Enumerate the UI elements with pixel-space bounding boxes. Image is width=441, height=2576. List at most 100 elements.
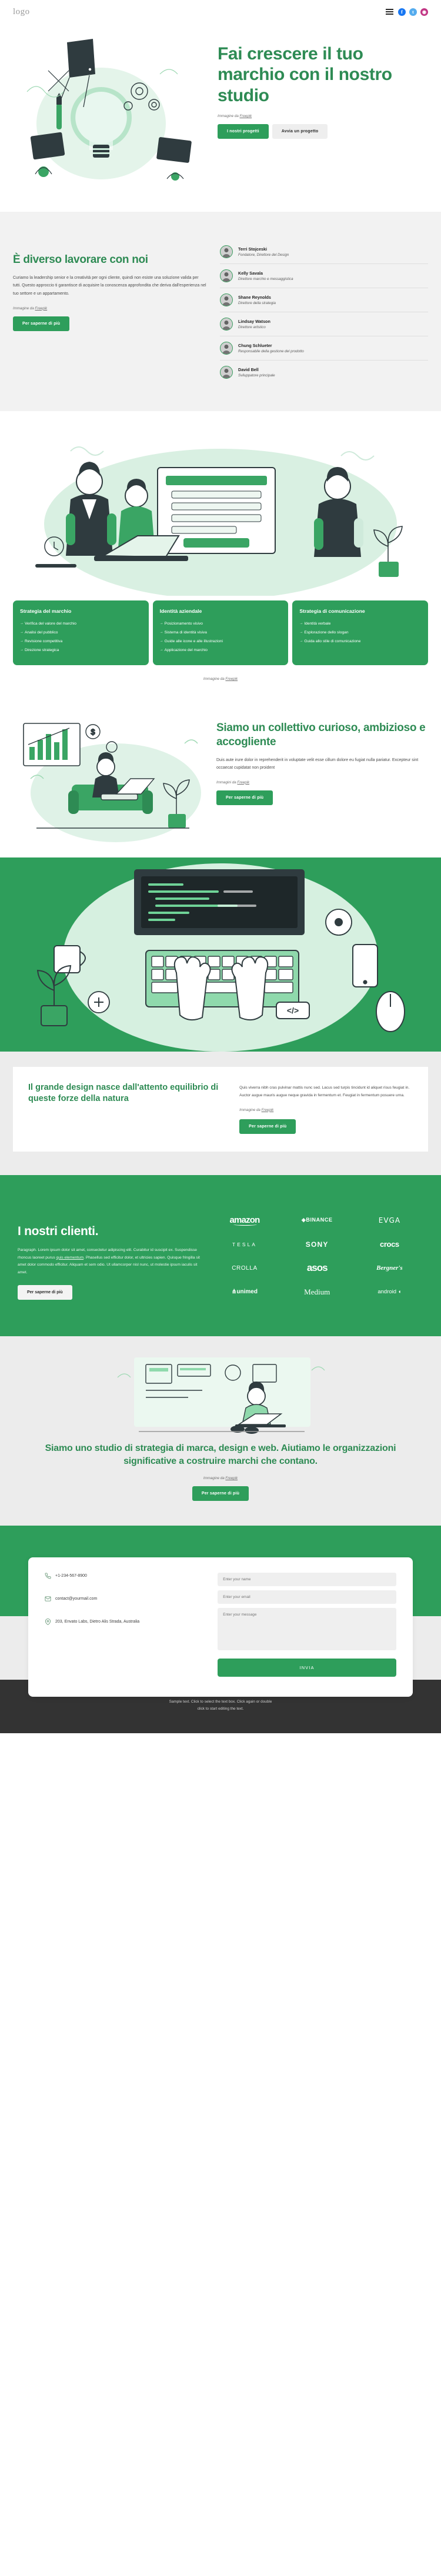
hero-copy: Fai crescere il tuo marchio con il nostr…: [207, 29, 428, 139]
card-point: Sistema di identità visiva: [160, 629, 282, 636]
brand-logo-medium: Medium: [304, 1287, 330, 1296]
card-points: Identità verbale Esplorazione dello slog…: [299, 620, 421, 645]
map-pin-icon: [45, 1619, 51, 1626]
contact-email-row: contact@yourmail.com: [45, 1596, 207, 1602]
credit-prefix: Immagini da: [216, 780, 238, 785]
contact-card: +1-234-567-8900 contact@yourmail.com 203…: [28, 1557, 413, 1697]
freepik-link[interactable]: Freepik: [262, 1108, 274, 1112]
list-item[interactable]: Kelly Savala Direttore marchio e messaggi…: [220, 264, 428, 288]
footer-line-2: click to start editing the text.: [197, 1707, 244, 1711]
message-field[interactable]: [218, 1608, 396, 1651]
design-body: Quis viverra nibh cras pulvinar mattis n…: [239, 1086, 410, 1097]
collective-illustration: $: [13, 710, 207, 846]
clients-body-link[interactable]: quis elementum: [56, 1256, 84, 1260]
studio-cta-section: Siamo uno studio di strategia di marca, …: [0, 1336, 441, 1526]
contact-tail: +1-234-567-8900 contact@yourmail.com 203…: [0, 1557, 441, 1697]
name-field[interactable]: [218, 1573, 396, 1587]
contact-phone-row: +1-234-567-8900: [45, 1573, 207, 1579]
member-name: David Bell: [238, 367, 259, 372]
card-title: Strategia di comunicazione: [299, 608, 365, 614]
member-role: Direttore marchio e messaggistica: [238, 277, 293, 281]
member-role: Responsabile della gestione del prodotto: [238, 349, 304, 353]
keyboard-band: </>: [0, 857, 441, 1052]
avatar: [220, 269, 233, 282]
brand-label: BINANCE: [306, 1217, 333, 1223]
list-item[interactable]: Chung Schlueter Responsabile della gestio…: [220, 336, 428, 361]
clients-title: I nostri clienti.: [18, 1224, 99, 1238]
freepik-link[interactable]: Freepik: [225, 1476, 238, 1480]
list-item[interactable]: Shane Reynolds Direttore della strategia: [220, 288, 428, 312]
avatar: [220, 366, 233, 379]
brand-logo-amazon: amazon: [229, 1215, 260, 1226]
card-point: Esplorazione dello slogan: [299, 629, 421, 636]
contact-info: +1-234-567-8900 contact@yourmail.com 203…: [45, 1573, 207, 1677]
svg-text:</>: </>: [287, 1006, 299, 1015]
list-item[interactable]: David Bell Sviluppatore principale: [220, 361, 428, 384]
list-item[interactable]: Terri Stojceski Fondatore, Direttore del …: [220, 240, 428, 264]
twitter-icon[interactable]: t: [409, 8, 417, 16]
member-name: Lindsay Watson: [238, 319, 270, 324]
contact-email[interactable]: contact@yourmail.com: [55, 1597, 97, 1601]
team-illustration-band: [0, 411, 441, 596]
design-title: Il grande design nasce dall'attento equi…: [28, 1083, 219, 1104]
design-body-col: Quis viverra nibh cras pulvinar mattis n…: [239, 1082, 413, 1134]
brand-label: android: [377, 1289, 397, 1296]
avatar: [220, 293, 233, 306]
member-role: Direttore artistico: [238, 325, 266, 329]
collective-body: Duis aute irure dolor in reprehenderit i…: [216, 758, 419, 770]
clients-section: I nostri clienti. Paragraph. Lorem ipsum…: [0, 1174, 441, 1337]
clients-body: Paragraph. Lorem ipsum dolor sit amet, c…: [18, 1247, 202, 1277]
list-item[interactable]: Lindsay Watson Direttore artistico: [220, 312, 428, 336]
freepik-link[interactable]: Freepik: [237, 780, 249, 785]
services-cards: Strategia del marchio Verifica del valor…: [0, 596, 441, 671]
contact-form: INVIA: [218, 1573, 396, 1677]
card-title: Identità aziendale: [159, 608, 202, 614]
team-copy: È diverso lavorare con noi Curiamo la le…: [13, 240, 207, 384]
clients-learn-more-button[interactable]: Per saperne di più: [18, 1285, 72, 1300]
contact-address: 203, Envato Labs, Dietro Alis Strada, Au…: [55, 1620, 140, 1624]
freepik-link[interactable]: Freepik: [240, 114, 252, 118]
card-point: Guida allo stile di comunicazione: [299, 638, 421, 645]
brand-logo-android: android ◖: [377, 1289, 402, 1296]
card-points: Verifica del valore del marchio Analisi …: [20, 620, 142, 653]
card-point: Verifica del valore del marchio: [20, 620, 142, 628]
collective-learn-more-button[interactable]: Per saperne di più: [216, 790, 273, 805]
freepik-link[interactable]: Freepik: [35, 306, 48, 311]
member-name: Kelly Savala: [238, 271, 263, 276]
avatar: [220, 245, 233, 258]
cards-credit: Immagine da Freepik: [0, 671, 441, 696]
hero-section: Fai crescere il tuo marchio con il nostr…: [0, 24, 441, 212]
design-learn-more-button[interactable]: Per saperne di più: [239, 1119, 296, 1134]
team-learn-more-button[interactable]: Per saperne di più: [13, 316, 70, 331]
brand-label: unimed: [236, 1289, 258, 1296]
facebook-icon[interactable]: f: [398, 8, 406, 16]
site-header: logo f t ◉: [0, 0, 441, 24]
svg-text:$: $: [91, 728, 95, 736]
card-point: Analisi del pubblico: [20, 629, 142, 636]
brand-logo-evga: EVGA: [378, 1216, 401, 1224]
team-credit: Immagine da Freepik: [13, 306, 207, 311]
brand-logo-bergners: Bergner's: [376, 1264, 403, 1272]
studio-learn-more-button[interactable]: Per saperne di più: [192, 1486, 249, 1501]
card-brand-strategy: Strategia del marchio Verifica del valor…: [13, 600, 149, 665]
member-role: Fondatore, Direttore del Design: [238, 253, 289, 257]
email-field[interactable]: [218, 1590, 396, 1604]
studio-illustration: [0, 1354, 441, 1442]
instagram-icon[interactable]: ◉: [420, 8, 428, 16]
card-point: Posizionamento visivo: [160, 620, 282, 628]
send-button[interactable]: INVIA: [218, 1659, 396, 1677]
card-point: Direzione strategica: [20, 647, 142, 654]
phone-icon: [45, 1573, 51, 1579]
freepik-link[interactable]: Freepik: [225, 677, 238, 681]
logo[interactable]: logo: [13, 7, 30, 17]
hero-buttons: I nostri progetti Avvia un progetto: [218, 124, 428, 139]
contact-phone[interactable]: +1-234-567-8900: [55, 1574, 87, 1578]
team-member-list: Terri Stojceski Fondatore, Direttore del …: [220, 240, 428, 384]
credit-prefix: Immagine da: [239, 1107, 262, 1112]
hamburger-menu-icon[interactable]: [385, 8, 395, 16]
member-role: Direttore della strategia: [238, 301, 276, 305]
team-section: È diverso lavorare con noi Curiamo la le…: [0, 212, 441, 411]
start-project-button[interactable]: Avvia un progetto: [272, 124, 328, 139]
our-projects-button[interactable]: I nostri progetti: [218, 124, 269, 139]
brand-logo-sony: SONY: [305, 1240, 329, 1249]
